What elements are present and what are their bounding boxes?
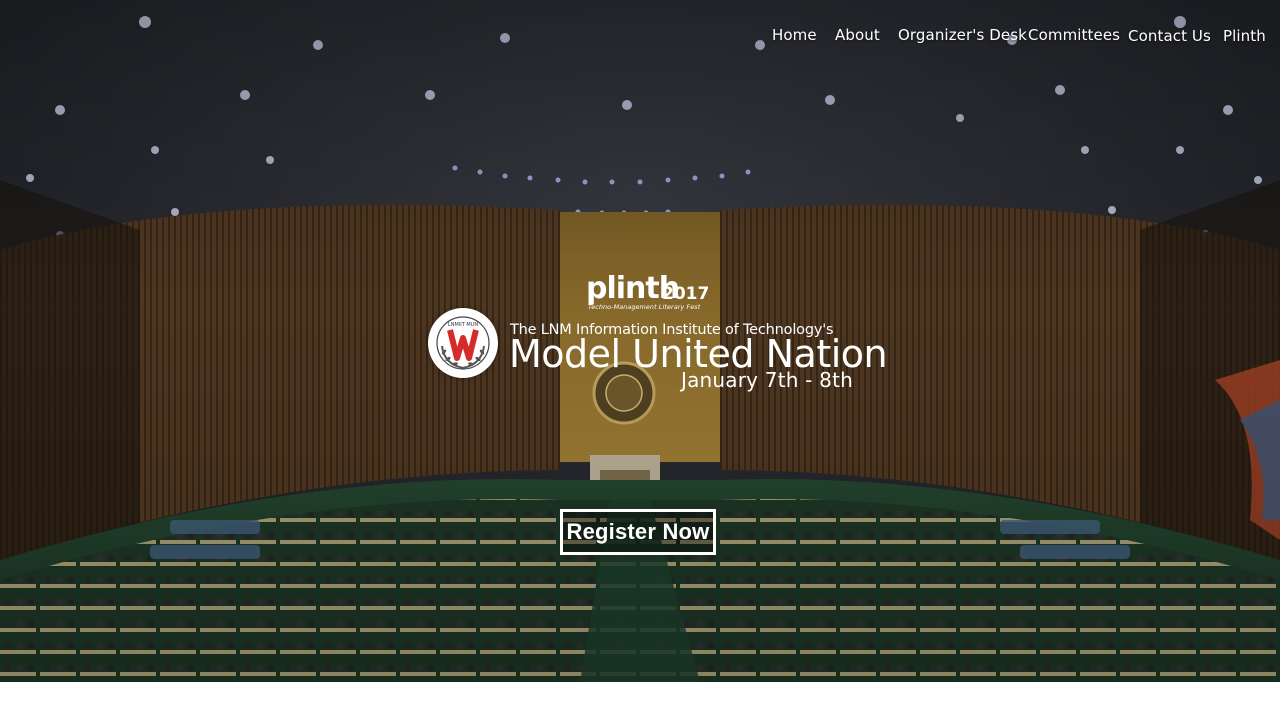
mun-emblem: LNMIIT MUN xyxy=(428,308,498,378)
emblem-text: LNMIIT MUN xyxy=(448,322,478,328)
nav-home[interactable]: Home xyxy=(772,26,817,44)
plinth-logo: plinth 2017 Techno-Management Literary F… xyxy=(586,272,716,316)
nav-organizers-desk[interactable]: Organizer's Desk xyxy=(898,26,1027,44)
nav-plinth[interactable]: Plinth xyxy=(1223,27,1266,45)
laurel-icon: LNMIIT MUN xyxy=(436,316,490,370)
main-nav: Home About Organizer's Desk Committees C… xyxy=(0,24,1280,48)
nav-contact-us[interactable]: Contact Us xyxy=(1128,27,1211,45)
event-date: January 7th - 8th xyxy=(681,368,853,392)
nav-about[interactable]: About xyxy=(835,26,880,44)
nav-committees[interactable]: Committees xyxy=(1028,26,1120,44)
hero-section: Home About Organizer's Desk Committees C… xyxy=(0,0,1280,682)
register-now-button[interactable]: Register Now xyxy=(560,509,716,555)
plinth-tagline: Techno-Management Literary Fest xyxy=(588,303,701,311)
plinth-year: 2017 xyxy=(662,284,710,304)
